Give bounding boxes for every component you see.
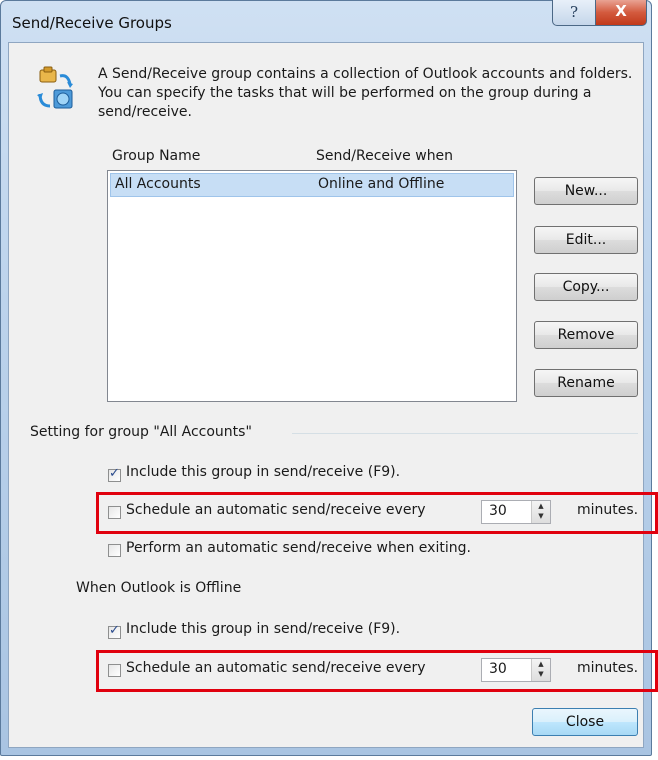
include-group-checkbox[interactable] [108, 466, 121, 482]
list-item[interactable]: All Accounts Online and Offline [110, 173, 514, 197]
spinner-arrows-icon[interactable]: ▲ ▼ [531, 501, 550, 523]
offline-minutes-label: minutes. [577, 660, 639, 676]
include-group-label[interactable]: Include this group in send/receive (F9). [126, 464, 400, 480]
copy-button[interactable]: Copy... [534, 273, 638, 301]
help-button[interactable]: ? [552, 0, 596, 26]
help-icon: ? [569, 3, 579, 21]
offline-schedule-minutes-value[interactable]: 30 [489, 661, 507, 677]
offline-schedule-label[interactable]: Schedule an automatic send/receive every [126, 660, 425, 676]
remove-button[interactable]: Remove [534, 321, 638, 349]
send-receive-when-cell: Online and Offline [318, 176, 445, 192]
new-button[interactable]: New... [534, 177, 638, 205]
edit-button[interactable]: Edit... [534, 226, 638, 254]
groups-list[interactable]: All Accounts Online and Offline [107, 170, 517, 402]
rename-button[interactable]: Rename [534, 369, 638, 397]
offline-heading: When Outlook is Offline [76, 580, 242, 596]
offline-include-group-label[interactable]: Include this group in send/receive (F9). [126, 621, 400, 637]
schedule-checkbox[interactable] [108, 506, 121, 519]
offline-include-group-checkbox[interactable] [108, 623, 121, 639]
group-name-cell: All Accounts [115, 176, 201, 192]
column-header-group-name[interactable]: Group Name [112, 148, 200, 164]
offline-schedule-minutes-spinner[interactable]: 30 ▲ ▼ [481, 658, 551, 682]
group-settings-label: Setting for group "All Accounts" [30, 424, 252, 440]
close-icon: X [615, 2, 627, 20]
window-close-button[interactable]: X [595, 0, 647, 26]
exit-send-receive-label[interactable]: Perform an automatic send/receive when e… [126, 540, 471, 556]
close-button[interactable]: Close [532, 708, 638, 736]
group-separator [292, 433, 638, 434]
offline-schedule-checkbox[interactable] [108, 664, 121, 677]
schedule-label[interactable]: Schedule an automatic send/receive every [126, 502, 425, 518]
exit-send-receive-checkbox[interactable] [108, 544, 121, 557]
spinner-arrows-icon[interactable]: ▲ ▼ [531, 659, 550, 681]
schedule-minutes-spinner[interactable]: 30 ▲ ▼ [481, 500, 551, 524]
column-header-send-receive-when[interactable]: Send/Receive when [316, 148, 453, 164]
window-title: Send/Receive Groups [12, 14, 172, 32]
minutes-label: minutes. [577, 502, 639, 518]
dialog-description: A Send/Receive group contains a collecti… [98, 66, 633, 120]
schedule-minutes-value[interactable]: 30 [489, 503, 507, 519]
send-receive-icon [37, 66, 73, 109]
